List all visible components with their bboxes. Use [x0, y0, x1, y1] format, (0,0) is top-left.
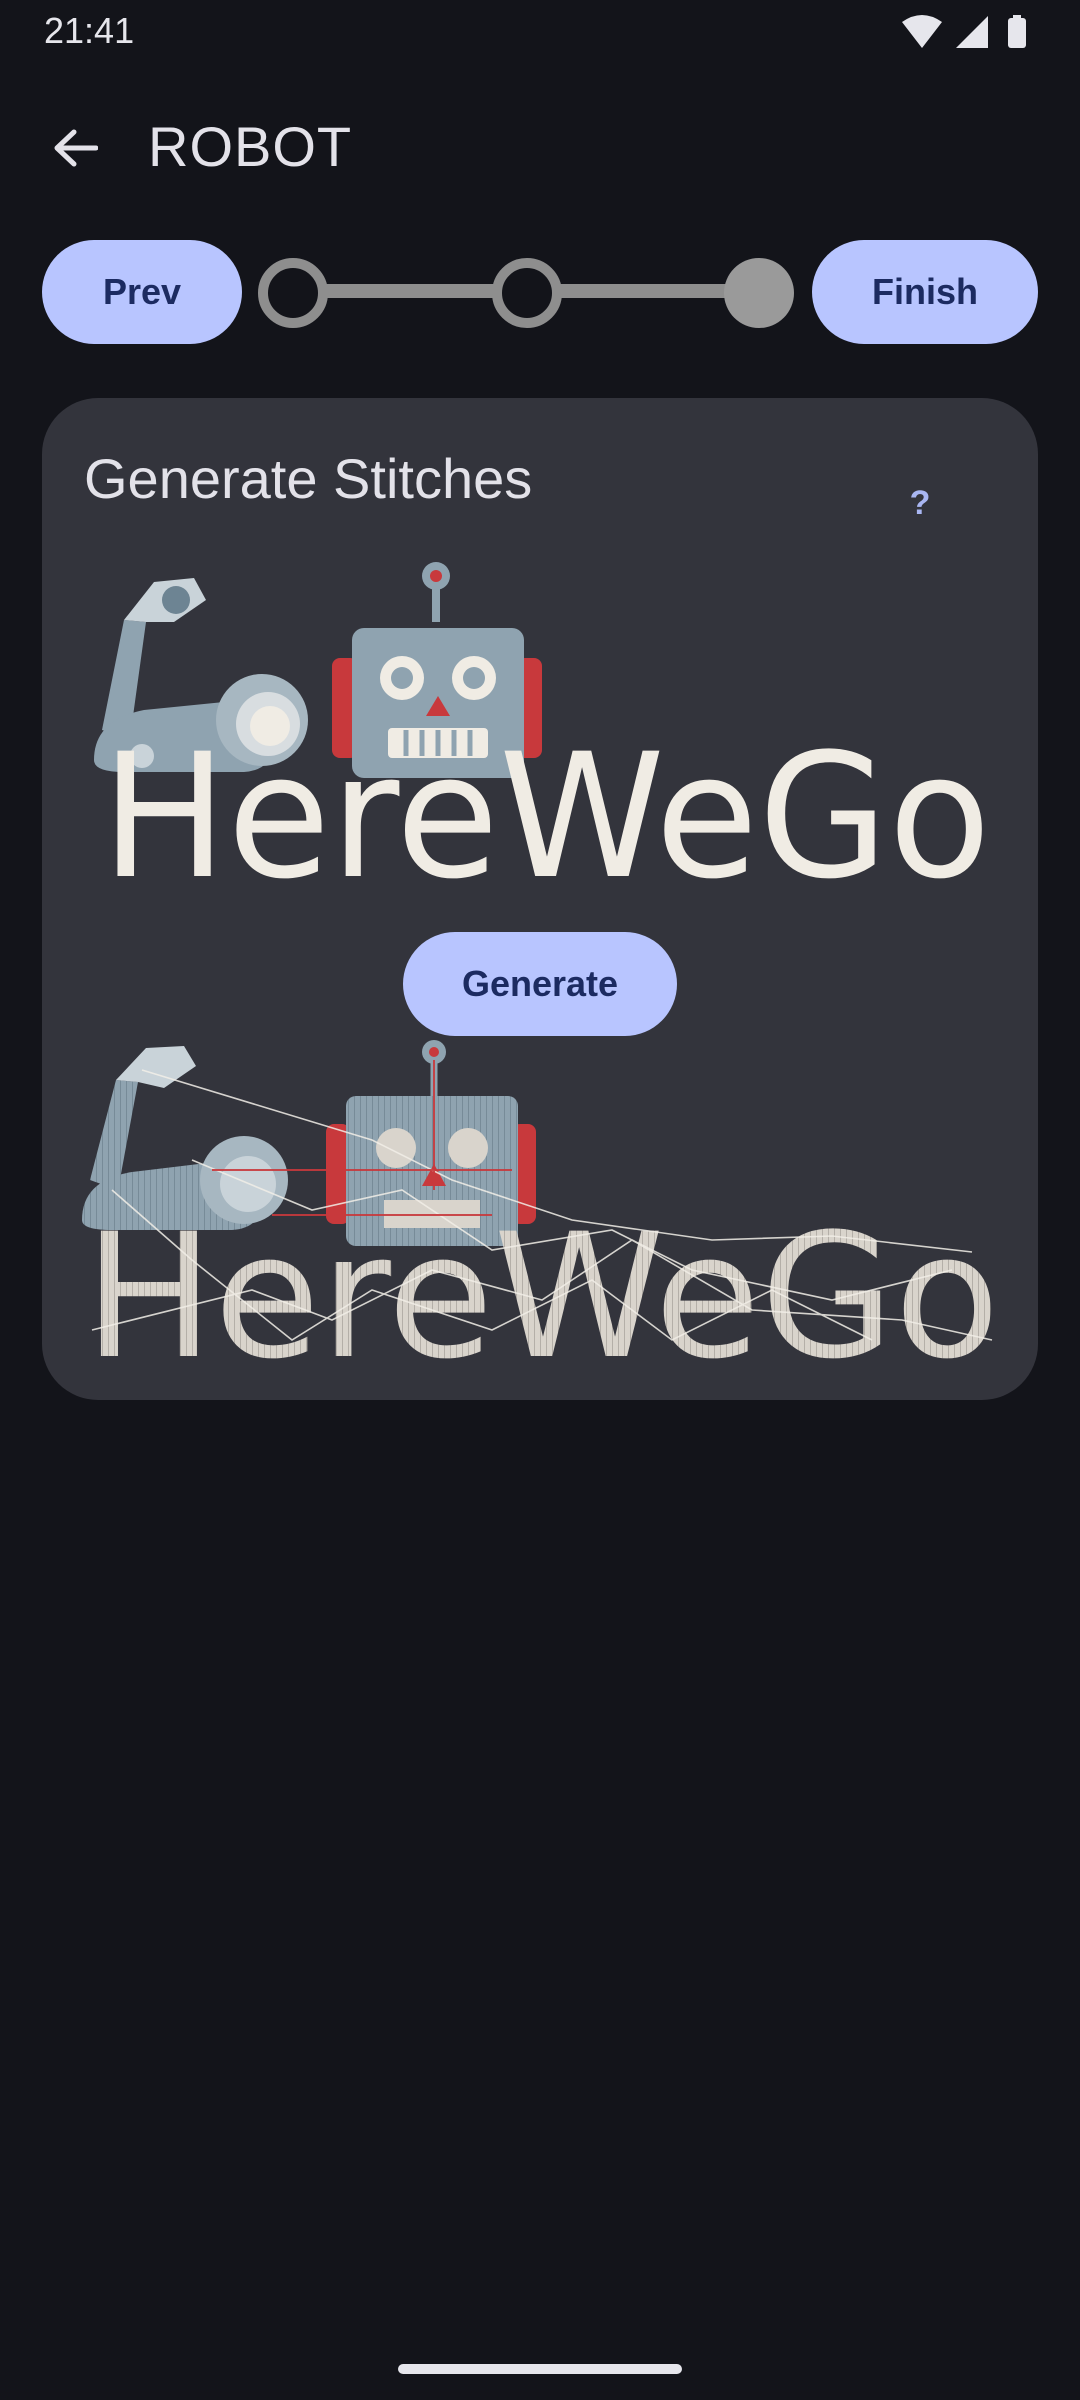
home-indicator[interactable]	[398, 2364, 682, 2374]
status-icons	[902, 15, 1026, 48]
page-title: ROBOT	[148, 115, 353, 178]
finish-button[interactable]: Finish	[812, 240, 1038, 344]
step-indicator-3[interactable]	[724, 258, 794, 328]
back-button[interactable]	[40, 120, 110, 176]
arrow-left-icon	[54, 129, 98, 167]
help-button[interactable]: ?	[900, 478, 940, 528]
card-title: Generate Stitches	[84, 447, 533, 510]
design-preview-text: HereWeGo	[101, 716, 991, 890]
stepper: Prev Finish	[0, 240, 1080, 346]
wifi-icon	[902, 15, 942, 48]
status-bar: 21:41	[0, 0, 1080, 62]
status-time: 21:41	[44, 10, 135, 51]
battery-icon	[1008, 15, 1026, 48]
app-bar: ROBOT	[0, 100, 1080, 196]
step-indicator-1[interactable]	[258, 258, 328, 328]
cell-signal-icon	[956, 16, 988, 48]
stitches-preview-image: HereWeGo	[82, 1040, 1000, 1370]
prev-button[interactable]: Prev	[42, 240, 242, 344]
generate-button[interactable]: Generate	[403, 932, 677, 1036]
step-indicator-2[interactable]	[492, 258, 562, 328]
design-preview-image: HereWeGo	[94, 562, 991, 890]
